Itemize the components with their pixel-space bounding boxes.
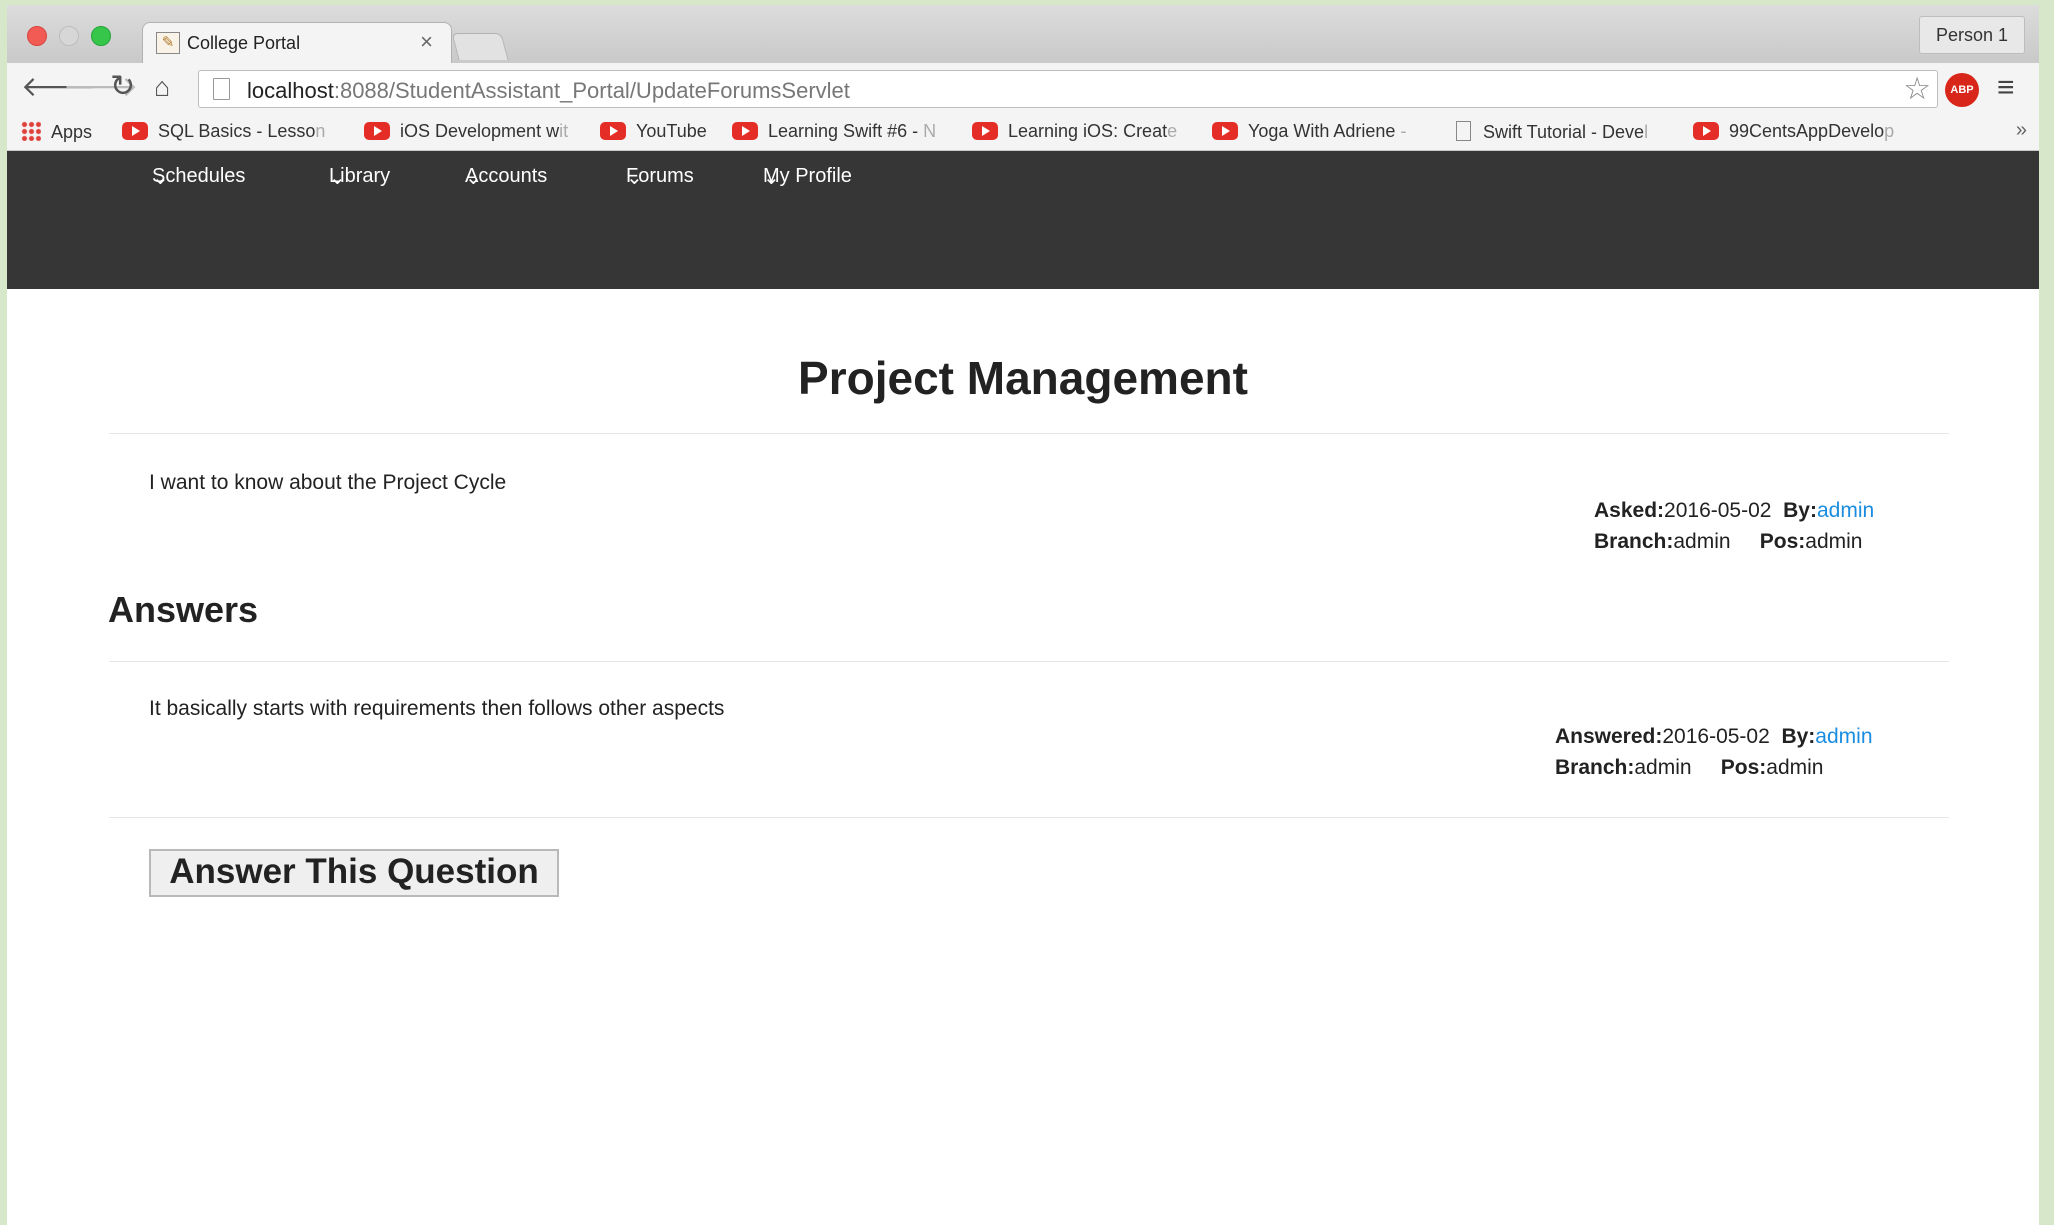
branch-value: admin — [1673, 530, 1731, 553]
pos-label: Pos: — [1759, 530, 1806, 553]
bookmark-yoga[interactable]: Yoga With Adriene - — [1212, 121, 1406, 142]
hamburger-menu-icon[interactable]: ≡ — [1997, 71, 2015, 105]
bookmarks-bar: Apps SQL Basics - Lesson iOS Development… — [7, 113, 2039, 151]
youtube-icon — [1693, 122, 1719, 140]
address-bar[interactable]: localhost:8088/StudentAssistant_Portal/U… — [198, 70, 1938, 108]
question-text: I want to know about the Project Cycle — [149, 471, 507, 494]
answer-meta: Answered:2016-05-02 By:admin Branch:admi… — [1555, 721, 1873, 783]
close-window-button[interactable] — [27, 26, 47, 46]
pos-value: admin — [1805, 530, 1863, 553]
divider — [109, 817, 1949, 818]
browser-toolbar: 🡐 🡒 ↻ ⌂ localhost:8088/StudentAssistant_… — [7, 63, 2039, 113]
chevron-down-icon: ⌄ — [763, 167, 780, 189]
tab-strip: ✎ College Portal × Person 1 — [7, 5, 2039, 63]
bookmark-label: YouTube — [636, 121, 707, 141]
tab-close-icon[interactable]: × — [420, 29, 433, 55]
bookmark-label: Learning iOS: Creat — [1008, 121, 1168, 141]
divider — [109, 433, 1949, 434]
bookmarks-overflow-icon[interactable]: » — [2016, 119, 2027, 142]
bookmark-label-fade: - — [1400, 121, 1407, 141]
main-content: Project Management I want to know about … — [7, 289, 2039, 1225]
page-title: Project Management — [798, 352, 1248, 404]
site-header: Schedules ⌄ Library ⌄ Accounts ⌄ Forums ⌄… — [7, 151, 2039, 289]
reload-icon[interactable]: ↻ — [110, 71, 135, 103]
pos-value: admin — [1766, 756, 1824, 779]
divider — [109, 661, 1949, 662]
answerer-link[interactable]: admin — [1815, 725, 1872, 748]
answer-text: It basically starts with requirements th… — [149, 697, 725, 720]
bookmark-99cents[interactable]: 99CentsAppDevelop — [1693, 121, 1894, 142]
branch-value: admin — [1634, 756, 1692, 779]
bookmark-label-fade: p — [1884, 121, 1895, 141]
youtube-icon — [1212, 122, 1238, 140]
bookmark-sql-basics[interactable]: SQL Basics - Lesson — [122, 121, 325, 142]
profile-button[interactable]: Person 1 — [1919, 16, 2025, 54]
chevron-down-icon: ⌄ — [152, 167, 169, 189]
browser-window: ✎ College Portal × Person 1 🡐 🡒 ↻ ⌂ loca… — [7, 5, 2039, 1225]
branch-label: Branch: — [1555, 756, 1635, 779]
bookmark-swift-tutorial[interactable]: Swift Tutorial - Devel — [1456, 121, 1648, 143]
bookmark-learning-ios[interactable]: Learning iOS: Create — [972, 121, 1177, 142]
bookmark-apps[interactable]: Apps — [21, 121, 92, 143]
chevron-down-icon: ⌄ — [465, 167, 482, 189]
answer-question-button[interactable]: Answer This Question — [149, 849, 559, 897]
bookmark-label-fade: l — [1644, 122, 1649, 142]
bookmark-label: iOS Development w — [400, 121, 560, 141]
home-icon[interactable]: ⌂ — [154, 71, 170, 103]
tab-title: College Portal — [187, 33, 301, 53]
apps-grid-icon — [21, 121, 41, 141]
new-tab-button[interactable] — [451, 33, 509, 60]
bookmark-label: Yoga With Adriene — [1248, 121, 1401, 141]
bookmark-label: Swift Tutorial - Deve — [1483, 122, 1645, 142]
url-path: :8088/StudentAssistant_Portal/UpdateForu… — [333, 78, 850, 103]
tab-college-portal[interactable]: ✎ College Portal × — [142, 22, 452, 63]
youtube-icon — [122, 122, 148, 140]
adblock-icon[interactable]: ABP — [1945, 73, 1979, 107]
branch-label: Branch: — [1594, 530, 1674, 553]
bookmark-label-fade: N — [923, 121, 937, 141]
answered-label: Answered: — [1555, 725, 1663, 748]
pos-label: Pos: — [1720, 756, 1767, 779]
chevron-down-icon: ⌄ — [626, 167, 643, 189]
document-icon — [1456, 121, 1471, 141]
youtube-icon — [972, 122, 998, 140]
asked-label: Asked: — [1594, 499, 1665, 522]
question-meta: Asked:2016-05-02 By:admin Branch:admin P… — [1594, 495, 1874, 557]
zoom-window-button[interactable] — [91, 26, 111, 46]
by-label: By: — [1781, 725, 1816, 748]
favicon-icon: ✎ — [156, 32, 180, 54]
youtube-icon — [732, 122, 758, 140]
answered-date: 2016-05-02 — [1662, 725, 1770, 748]
answers-heading: Answers — [108, 589, 259, 630]
bookmark-youtube[interactable]: YouTube — [600, 121, 707, 142]
bookmark-ios-development[interactable]: iOS Development wit — [364, 121, 568, 142]
bookmark-label-fade: n — [315, 121, 326, 141]
asker-link[interactable]: admin — [1817, 499, 1874, 522]
bookmark-learning-swift[interactable]: Learning Swift #6 - N — [732, 121, 936, 142]
bookmark-label-fade: e — [1167, 121, 1178, 141]
bookmark-label-fade: it — [559, 121, 569, 141]
bookmark-label: 99CentsAppDevelo — [1729, 121, 1885, 141]
asked-date: 2016-05-02 — [1664, 499, 1772, 522]
url-text[interactable]: localhost:8088/StudentAssistant_Portal/U… — [247, 78, 850, 104]
bookmark-label: Learning Swift #6 - — [768, 121, 924, 141]
youtube-icon — [600, 122, 626, 140]
page-icon — [213, 78, 230, 100]
url-host: localhost — [247, 78, 334, 103]
bookmark-star-icon[interactable]: ☆ — [1903, 71, 1931, 107]
chevron-down-icon: ⌄ — [329, 167, 346, 189]
minimize-window-button[interactable] — [59, 26, 79, 46]
by-label: By: — [1783, 499, 1817, 522]
youtube-icon — [364, 122, 390, 140]
bookmark-label: SQL Basics - Lesso — [158, 121, 316, 141]
bookmark-label: Apps — [51, 122, 93, 142]
